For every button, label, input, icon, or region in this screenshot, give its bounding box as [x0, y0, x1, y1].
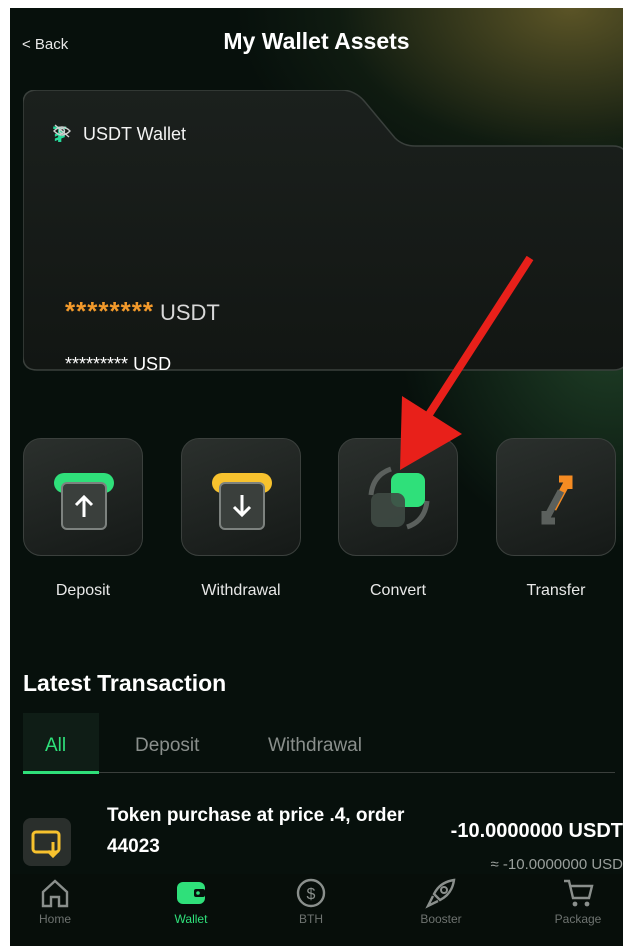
transaction-tabs: All Deposit Withdrawal — [23, 713, 615, 774]
transaction-row[interactable]: Token purchase at price .4, order 44023 … — [23, 800, 623, 880]
token-purchase-icon — [31, 830, 61, 859]
transaction-description: Token purchase at price .4, order 44023 — [107, 805, 405, 857]
balance-unit: USDT — [159, 300, 220, 325]
withdrawal-icon — [212, 473, 272, 530]
transfer-label: Transfer — [526, 582, 586, 599]
transaction-amount: -10.0000000 USDT — [450, 820, 623, 842]
tab-underline — [23, 771, 99, 774]
cart-icon — [564, 879, 594, 907]
deposit-icon — [54, 473, 114, 530]
bottom-nav: Home Wallet $ BTH Booster Package — [10, 874, 623, 946]
nav-package-label: Package — [554, 912, 602, 926]
deposit-label: Deposit — [55, 582, 111, 599]
nav-home-label: Home — [38, 912, 71, 926]
transaction-amount-usd: ≈ -10.0000000 USD — [490, 856, 623, 873]
wallet-header: ₮ USDT Wallet — [53, 123, 187, 145]
transaction-icon — [23, 818, 71, 866]
usd-balance-row: ********* USD — [65, 354, 171, 375]
tab-deposit[interactable]: Deposit — [135, 735, 199, 757]
nav-package[interactable]: Package — [533, 876, 623, 926]
nav-wallet[interactable]: Wallet — [146, 876, 236, 926]
tab-withdrawal[interactable]: Withdrawal — [268, 735, 362, 757]
nav-bth-label: BTH — [299, 912, 323, 926]
withdrawal-label: Withdrawal — [201, 582, 281, 599]
withdrawal-tile — [181, 438, 301, 556]
convert-label: Convert — [369, 582, 427, 599]
latest-transaction-title: Latest Transaction — [23, 670, 227, 696]
usd-unit: USD — [133, 354, 172, 374]
nav-booster[interactable]: Booster — [396, 876, 486, 926]
wallet-name: USDT Wallet — [83, 124, 187, 144]
nav-wallet-label: Wallet — [174, 912, 208, 926]
rocket-icon — [425, 878, 456, 909]
nav-bth[interactable]: $ BTH — [266, 876, 356, 926]
nav-home[interactable]: Home — [10, 876, 100, 926]
eye-off-icon[interactable] — [53, 124, 71, 138]
dollar-icon: $ — [296, 878, 326, 908]
deposit-tile — [23, 438, 143, 556]
nav-booster-label: Booster — [420, 912, 462, 926]
svg-text:$: $ — [307, 886, 316, 903]
home-icon — [41, 879, 69, 908]
tab-all[interactable]: All — [45, 735, 66, 757]
annotation-arrow — [400, 256, 534, 470]
balance-masked: ******** — [65, 296, 154, 326]
usd-masked: ********* — [65, 354, 129, 374]
deposit-button[interactable]: Deposit — [23, 438, 143, 600]
wallet-icon — [177, 882, 205, 904]
page-title: My Wallet Assets — [223, 28, 410, 54]
balance-row: ******** USDT — [65, 296, 220, 327]
withdrawal-button[interactable]: Withdrawal — [181, 438, 301, 600]
app-screen: < Back My Wallet Assets ₮ USDT Wallet **… — [10, 8, 623, 946]
